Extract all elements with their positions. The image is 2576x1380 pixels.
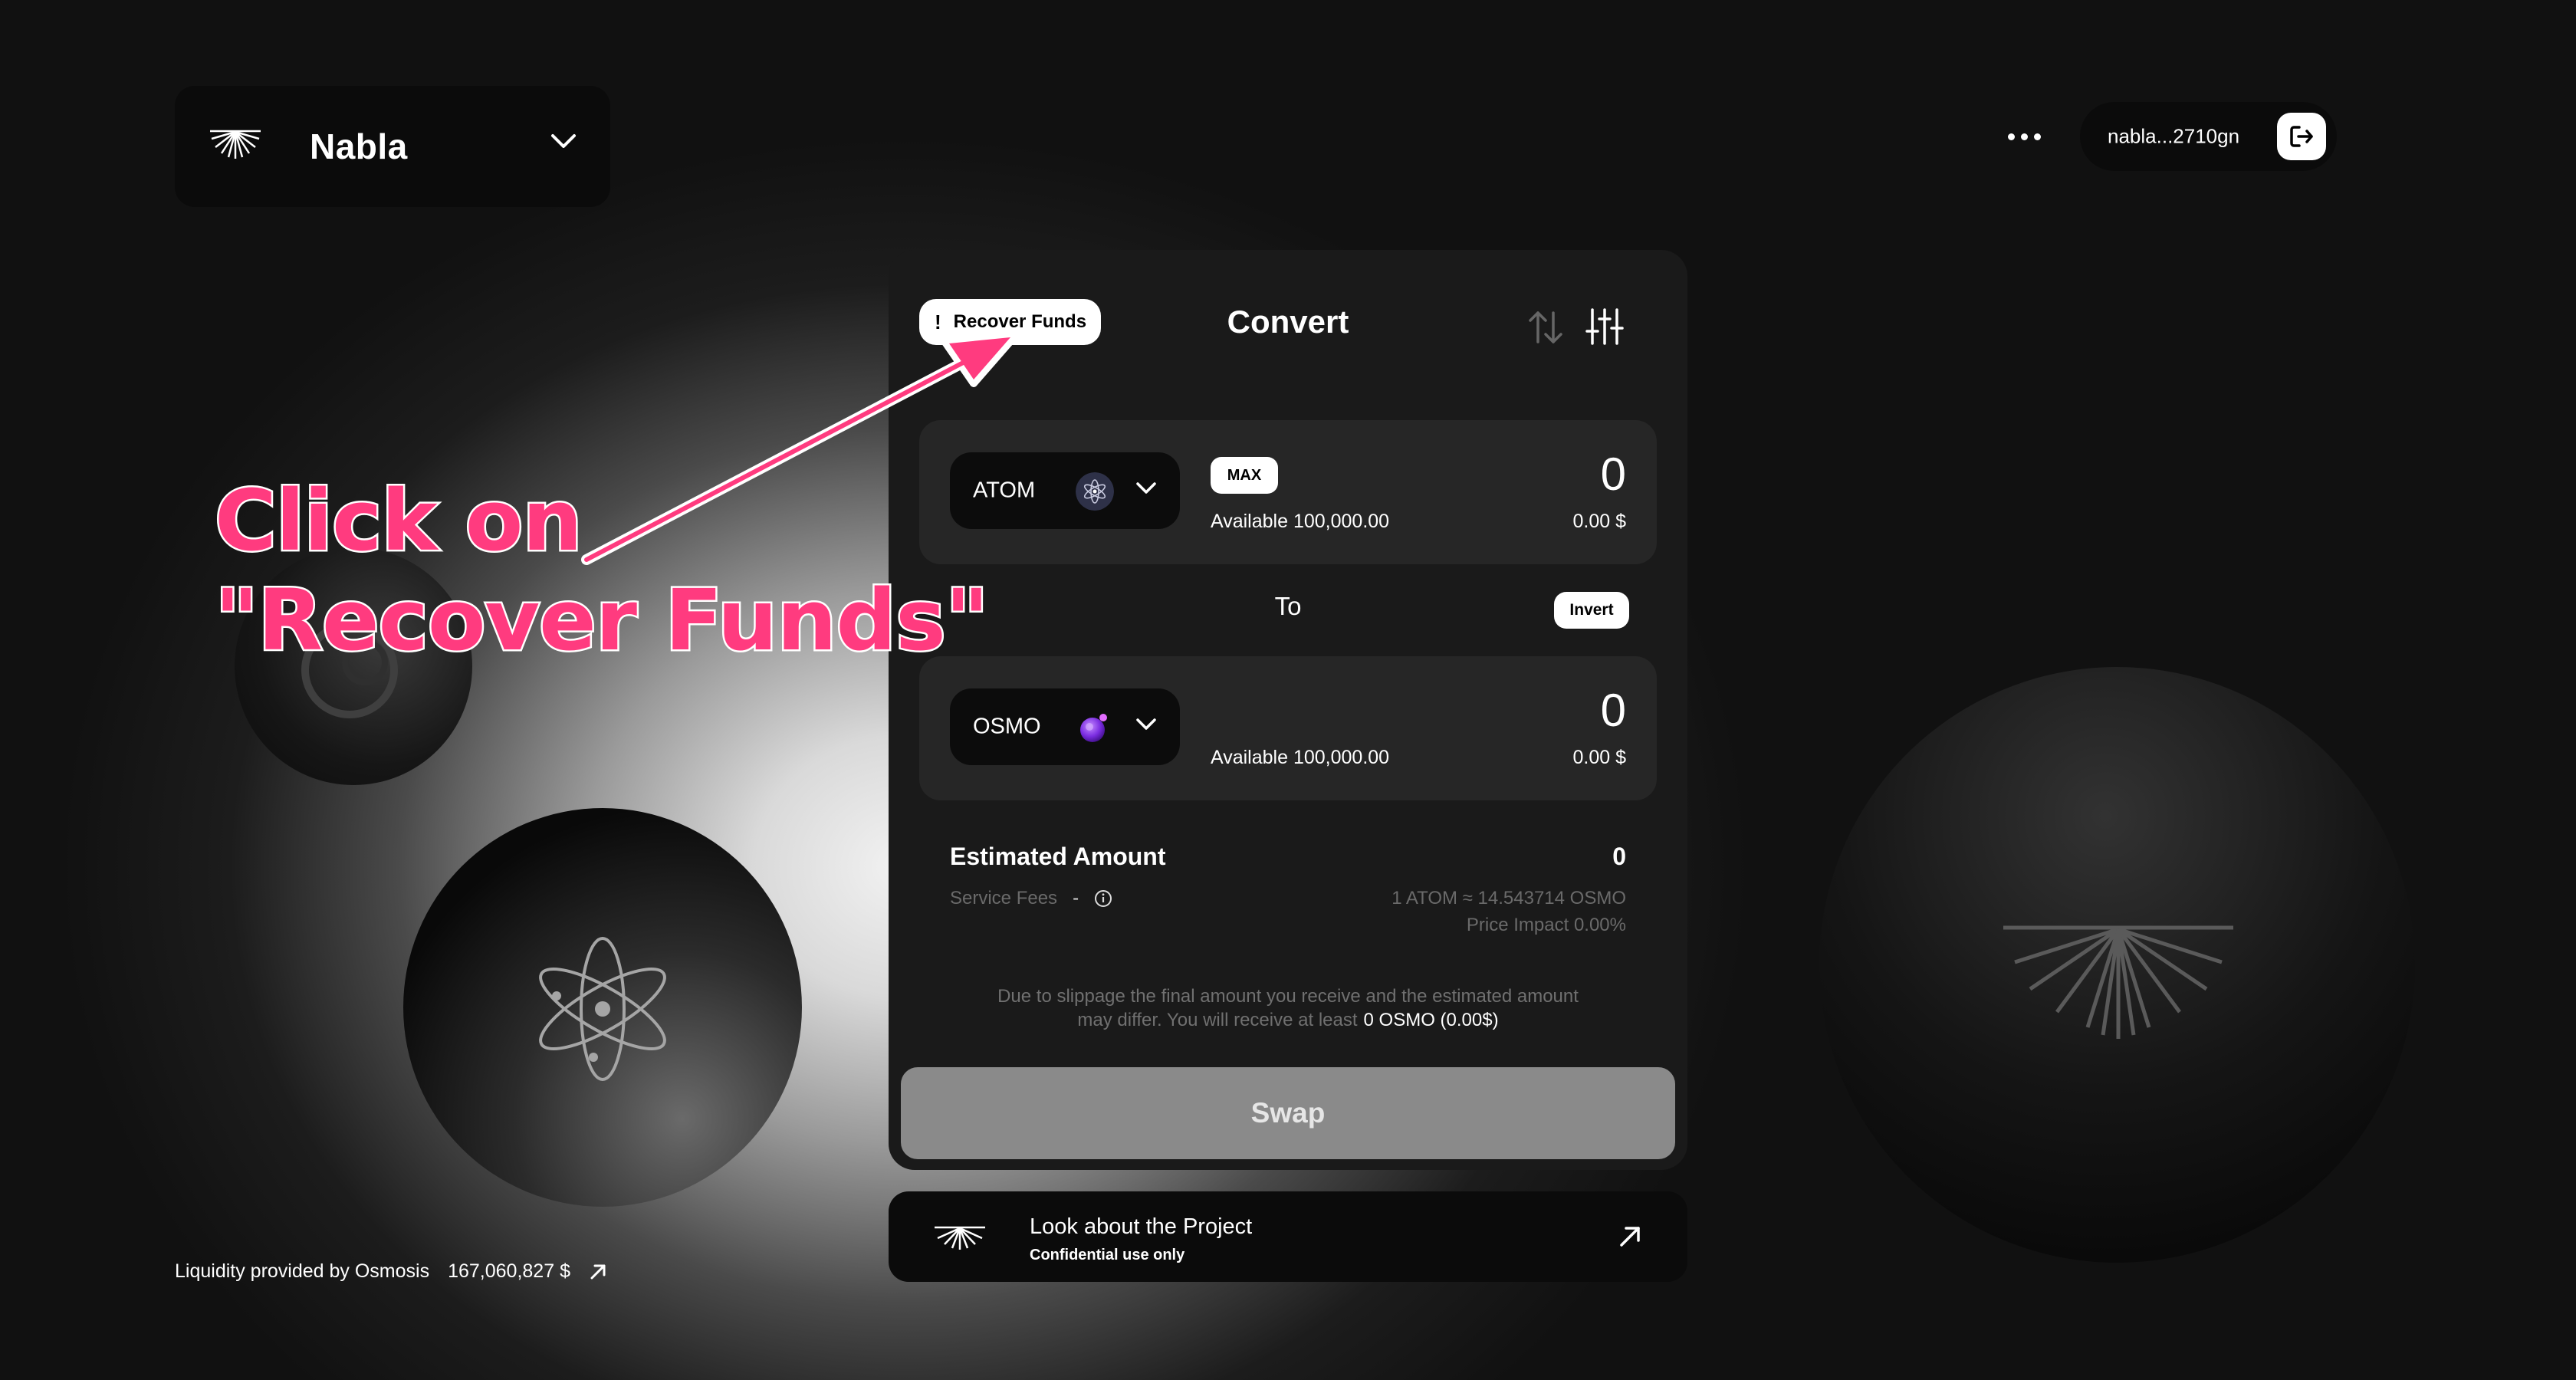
logout-icon — [2290, 126, 2313, 147]
to-amount-value: 0 — [1600, 685, 1626, 736]
project-name: Nabla — [310, 127, 408, 166]
cosmos-atom-icon — [539, 937, 666, 1081]
max-button[interactable]: MAX — [1211, 457, 1278, 494]
settings-sliders-icon[interactable] — [1585, 307, 1625, 347]
osmo-token-icon — [1080, 714, 1107, 742]
service-fees-value: - — [1073, 888, 1079, 909]
decorative-orb-large — [1819, 667, 2415, 1263]
chevron-down-icon — [1136, 718, 1156, 730]
minimum-receive: 0 OSMO (0.00$) — [1363, 1010, 1499, 1030]
liquidity-label: Liquidity provided by Osmosis — [175, 1260, 430, 1282]
exchange-rate: 1 ATOM ≈ 14.543714 OSMO — [1392, 888, 1626, 909]
to-token-panel: OSMO Available 100,000.00 0 0.00 $ — [919, 656, 1657, 800]
invert-button[interactable]: Invert — [1554, 592, 1629, 629]
liquidity-value: 167,060,827 $ — [448, 1260, 570, 1282]
wallet-address: nabla...2710gn — [2108, 124, 2240, 148]
info-icon[interactable] — [1094, 889, 1112, 908]
decorative-orb-atom — [403, 808, 802, 1207]
project-link-card[interactable]: Look about the Project Confidential use … — [889, 1191, 1687, 1282]
price-impact: Price Impact 0.00% — [1466, 915, 1626, 935]
nabla-logo-icon — [210, 130, 261, 159]
external-arrow-icon[interactable] — [589, 1263, 607, 1281]
estimated-amount-value: 0 — [1612, 843, 1626, 870]
service-fees: Service Fees - — [950, 888, 1112, 909]
chevron-down-icon — [1136, 482, 1156, 494]
more-options-button[interactable] — [1993, 115, 2055, 158]
from-usd-value: 0.00 $ — [1572, 511, 1626, 532]
project-link-title: Look about the Project — [1030, 1214, 1253, 1239]
to-usd-value: 0.00 $ — [1572, 747, 1626, 768]
estimated-amount-label: Estimated Amount — [950, 843, 1166, 870]
from-amount-input[interactable]: 0 — [1601, 448, 1626, 501]
nabla-logo-icon — [935, 1226, 985, 1250]
from-token-panel: ATOM MAX Available 100,000.00 0 0.00 $ — [919, 420, 1657, 564]
to-token-symbol: OSMO — [973, 714, 1041, 739]
from-available-balance: Available 100,000.00 — [1211, 511, 1390, 532]
atom-token-icon — [1076, 472, 1114, 511]
to-available-balance: Available 100,000.00 — [1211, 747, 1390, 768]
annotation-line-1: Click on — [212, 470, 584, 572]
swap-button[interactable]: Swap — [901, 1067, 1675, 1159]
annotation-line-2: "Recover Funds" — [212, 570, 991, 672]
project-selector[interactable]: Nabla — [175, 86, 610, 207]
card-title: Convert — [1227, 304, 1349, 340]
nabla-logo-icon — [2003, 925, 2233, 1039]
external-arrow-icon — [1620, 1227, 1640, 1247]
wallet-button[interactable]: nabla...2710gn — [2080, 102, 2337, 171]
more-dots-icon — [2007, 133, 2015, 140]
swap-direction-icon[interactable] — [1526, 310, 1565, 345]
annotation-instruction: Click on "Recover Funds" — [212, 470, 991, 672]
logout-button[interactable] — [2277, 113, 2326, 160]
chevron-down-icon — [551, 134, 576, 148]
liquidity-info: Liquidity provided by Osmosis 167,060,82… — [175, 1260, 607, 1283]
project-link-subtitle: Confidential use only — [1030, 1247, 1185, 1263]
convert-card: ! Recover Funds Convert ATOM MAX Availab… — [889, 250, 1687, 1170]
to-token-select[interactable]: OSMO — [950, 688, 1180, 765]
service-fees-label: Service Fees — [950, 888, 1058, 909]
slippage-note: Due to slippage the final amount you rec… — [981, 984, 1595, 1032]
